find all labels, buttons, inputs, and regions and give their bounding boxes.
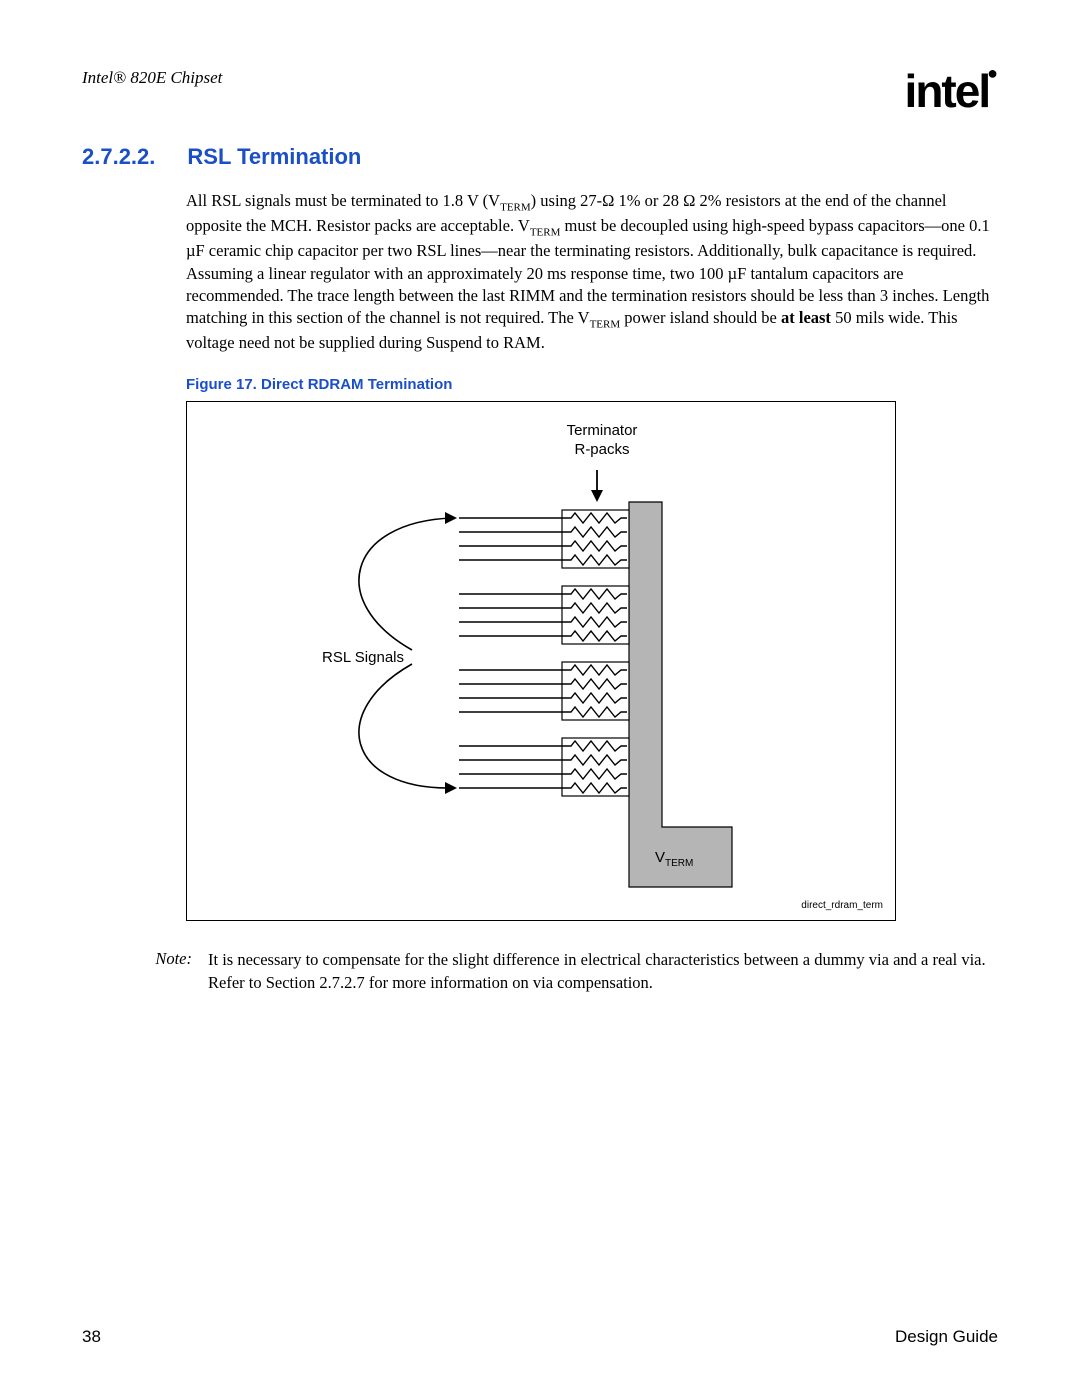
vterm-sub: TERM bbox=[665, 858, 693, 869]
note-label: Note: bbox=[144, 949, 192, 994]
note-block: Note: It is necessary to compensate for … bbox=[144, 949, 998, 994]
para-text: All RSL signals must be terminated to 1.… bbox=[186, 191, 500, 210]
figure-label-vterm: VTERM bbox=[655, 849, 693, 871]
doc-header-title: Intel® 820E Chipset bbox=[82, 68, 222, 88]
section-number: 2.7.2.2. bbox=[82, 144, 155, 170]
figure-caption: Figure 17. Direct RDRAM Termination bbox=[186, 376, 998, 393]
figure-label-terminator: Terminator R-packs bbox=[542, 422, 662, 460]
subscript-term: TERM bbox=[530, 226, 561, 238]
subscript-term: TERM bbox=[500, 201, 531, 213]
subscript-term: TERM bbox=[590, 318, 621, 330]
intel-logo: intel● bbox=[905, 68, 998, 114]
footer-doc-name: Design Guide bbox=[895, 1327, 998, 1347]
note-text: It is necessary to compensate for the sl… bbox=[208, 949, 998, 994]
section-title: RSL Termination bbox=[187, 144, 361, 170]
para-bold: at least bbox=[781, 308, 831, 327]
body-paragraph: All RSL signals must be terminated to 1.… bbox=[186, 190, 998, 354]
vterm-prefix: V bbox=[655, 849, 665, 866]
figure-label-line: Terminator bbox=[567, 422, 638, 439]
figure-diagram: Terminator R-packs RSL Signals VTERM dir… bbox=[186, 401, 896, 921]
figure-label-rsl: RSL Signals bbox=[322, 649, 404, 668]
figure-file-tag: direct_rdram_term bbox=[801, 900, 883, 913]
section-heading: 2.7.2.2. RSL Termination bbox=[82, 144, 998, 170]
para-text: power island should be bbox=[620, 308, 781, 327]
figure-label-line: R-packs bbox=[574, 441, 629, 458]
termination-diagram-svg bbox=[187, 402, 897, 922]
page-number: 38 bbox=[82, 1327, 101, 1347]
